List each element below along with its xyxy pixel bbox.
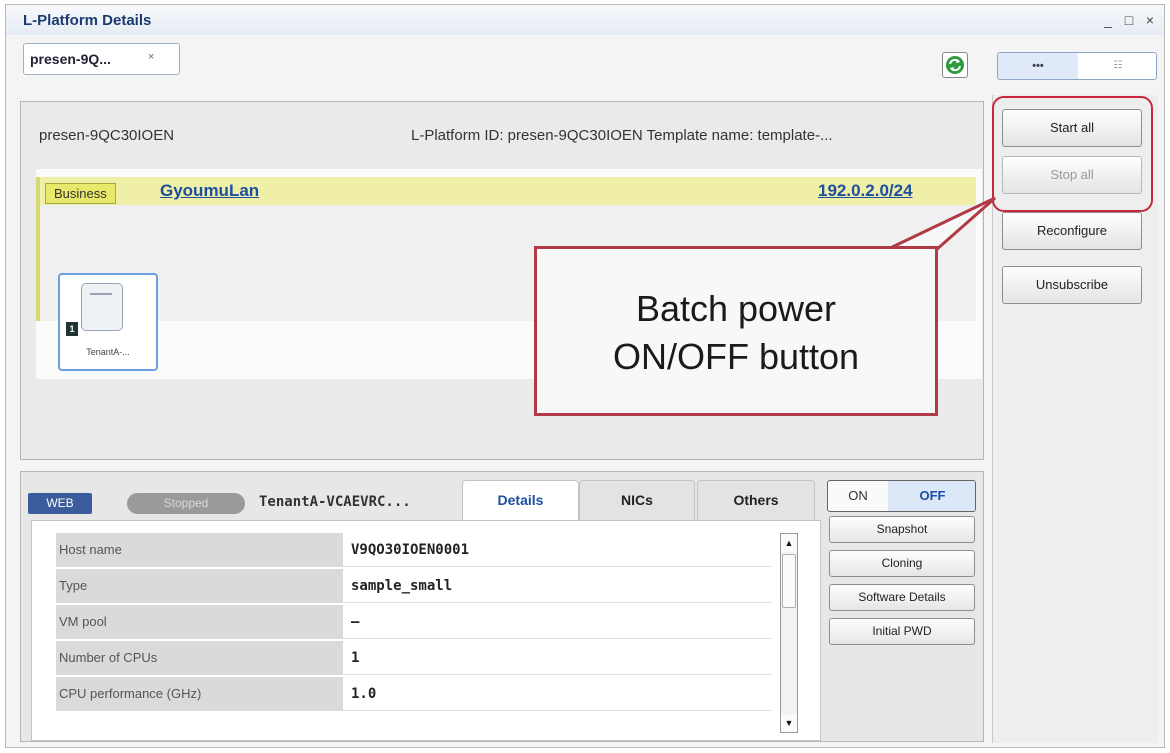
property-value: V9QO30IOEN0001 — [343, 533, 772, 567]
highlight-frame — [992, 96, 1153, 212]
server-icon — [81, 283, 123, 331]
reconfigure-button[interactable]: Reconfigure — [1002, 212, 1142, 250]
annotation-callout: Batch power ON/OFF button — [534, 246, 938, 416]
server-count-badge: 1 — [66, 322, 78, 336]
property-label: Type — [56, 569, 343, 603]
server-name: TenantA-... — [86, 347, 130, 357]
properties-table: Host name V9QO30IOEN0001 Type sample_sma… — [31, 520, 821, 741]
table-row: Number of CPUs 1 — [56, 641, 772, 677]
snapshot-button[interactable]: Snapshot — [829, 516, 975, 543]
title-bar: L-Platform Details _ □ × — [6, 5, 1164, 35]
properties-scrollbar[interactable]: ▲ ▼ — [780, 533, 798, 733]
unsubscribe-button[interactable]: Unsubscribe — [1002, 266, 1142, 304]
network-cidr-link[interactable]: 192.0.2.0/24 — [818, 181, 913, 201]
tab-others[interactable]: Others — [697, 480, 815, 520]
scroll-thumb[interactable] — [782, 554, 796, 608]
cloning-button[interactable]: Cloning — [829, 550, 975, 577]
power-on-button[interactable]: ON — [828, 481, 888, 511]
refresh-icon — [946, 56, 964, 74]
platform-tab[interactable]: presen-9Q... × — [23, 43, 180, 75]
view-diagram-button[interactable]: ••• — [998, 53, 1078, 79]
scroll-down-icon[interactable]: ▼ — [781, 714, 797, 732]
network-line — [36, 177, 40, 321]
property-value: sample_small — [343, 569, 772, 603]
power-toggle[interactable]: ON OFF — [827, 480, 976, 512]
minimize-button[interactable]: _ — [1098, 10, 1118, 30]
table-row: CPU performance (GHz) 1.0 — [56, 677, 772, 713]
network-type-badge: Business — [45, 183, 116, 204]
vm-detail-panel: WEB Stopped TenantA-VCAEVRC... Details N… — [20, 471, 984, 742]
tab-close-icon[interactable]: × — [148, 51, 154, 63]
tab-details[interactable]: Details — [462, 480, 579, 520]
vm-name: TenantA-VCAEVRC... — [259, 494, 411, 510]
platform-name: presen-9QC30IOEN — [39, 127, 175, 144]
callout-line-2: ON/OFF button — [612, 336, 860, 377]
vm-role-badge: WEB — [28, 493, 92, 514]
property-label: CPU performance (GHz) — [56, 677, 343, 711]
platform-meta: L-Platform ID: presen-9QC30IOEN Template… — [411, 127, 833, 144]
network-name-link[interactable]: GyoumuLan — [160, 181, 259, 201]
scroll-up-icon[interactable]: ▲ — [781, 534, 797, 552]
close-button[interactable]: × — [1140, 10, 1160, 30]
callout-line-1: Batch power — [635, 288, 837, 329]
maximize-button[interactable]: □ — [1119, 10, 1139, 30]
power-off-button[interactable]: OFF — [888, 481, 975, 511]
server-card[interactable]: 1 TenantA-... — [58, 273, 158, 371]
initial-pwd-button[interactable]: Initial PWD — [829, 618, 975, 645]
window-title: L-Platform Details — [23, 12, 152, 29]
property-label: Host name — [56, 533, 343, 567]
tab-nics[interactable]: NICs — [579, 480, 695, 520]
software-details-button[interactable]: Software Details — [829, 584, 975, 611]
tab-label: presen-9Q... — [30, 51, 111, 67]
table-row: Type sample_small — [56, 569, 772, 605]
vm-status-badge: Stopped — [127, 493, 245, 514]
table-row: Host name V9QO30IOEN0001 — [56, 533, 772, 569]
property-value: 1.0 — [343, 677, 772, 711]
property-value: – — [343, 605, 772, 639]
view-toggle[interactable]: ••• ☷ — [997, 52, 1157, 80]
property-value: 1 — [343, 641, 772, 675]
view-list-button[interactable]: ☷ — [1078, 53, 1156, 79]
property-label: VM pool — [56, 605, 343, 639]
table-row: VM pool – — [56, 605, 772, 641]
property-label: Number of CPUs — [56, 641, 343, 675]
refresh-button[interactable] — [942, 52, 968, 78]
